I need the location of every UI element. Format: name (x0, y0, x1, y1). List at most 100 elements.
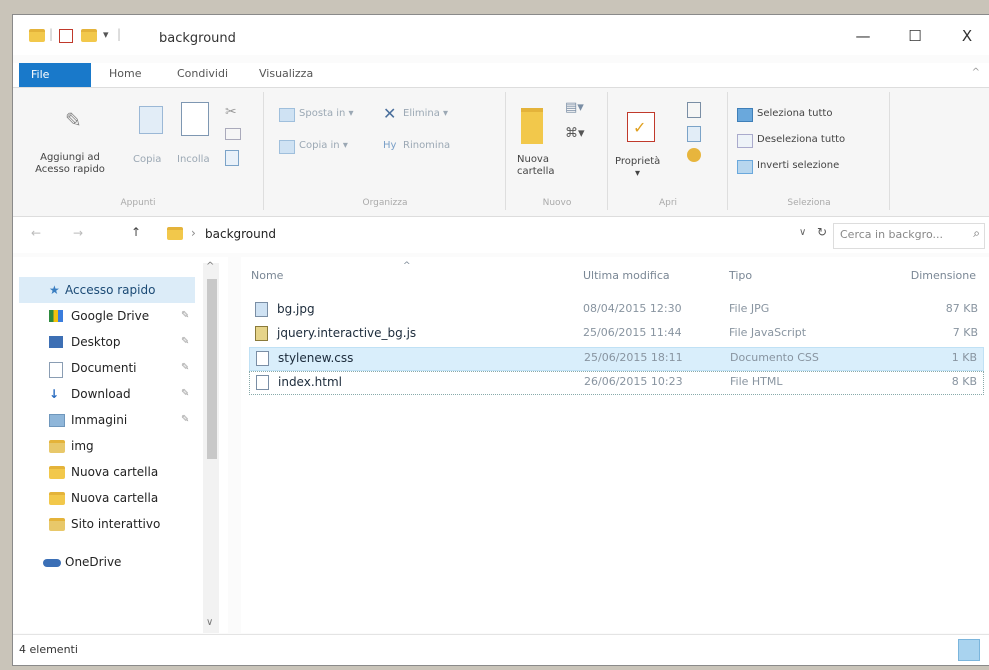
nav-label: Nuova cartella (71, 491, 159, 505)
minimize-button[interactable]: — (840, 23, 886, 49)
copy-path-icon[interactable] (225, 128, 241, 140)
file-explorer-window: | ▾ | background — ☐ X File Home Condivi… (12, 14, 989, 666)
copy-to-icon (279, 140, 295, 154)
file-type: File JPG (729, 302, 770, 315)
nav-item-onedrive[interactable]: OneDrive (13, 549, 203, 575)
folder-icon (167, 227, 183, 240)
properties-button[interactable]: Proprietà (615, 156, 660, 167)
new-folder-icon (521, 108, 543, 144)
ribbon-collapse-button[interactable]: ^ (972, 67, 980, 78)
toolbar-separator: | (49, 27, 54, 41)
quick-access-dropdown[interactable]: ▾ (103, 28, 109, 41)
group-new: Nuova cartella ▤▾ ⌘▾ Nuovo (507, 92, 608, 210)
refresh-button[interactable]: ↻ (817, 225, 827, 239)
file-row[interactable]: jquery.interactive_bg.js 25/06/2015 11:4… (249, 323, 984, 345)
rename-button[interactable]: Rinomina (403, 140, 450, 151)
group-label: Seleziona (787, 198, 831, 208)
column-header-name[interactable]: Nome (251, 269, 283, 282)
details-view-icon[interactable] (958, 639, 980, 661)
tab-view[interactable]: Visualizza (259, 67, 313, 80)
new-item-icon[interactable]: ▤▾ (565, 100, 584, 115)
nav-item-new-folder-1[interactable]: Nuova cartella (13, 459, 203, 485)
address-field[interactable]: › background (167, 223, 793, 247)
nav-item-downloads[interactable]: ↓ Download ✎ (13, 381, 203, 407)
download-icon: ↓ (49, 387, 60, 401)
nav-label: Google Drive (71, 309, 150, 323)
nav-label: img (71, 439, 94, 453)
paste-button[interactable]: Incolla (177, 154, 210, 165)
google-drive-icon (49, 310, 63, 322)
back-button[interactable]: ← (31, 226, 41, 240)
move-to-button[interactable]: Sposta in ▾ (299, 108, 354, 119)
column-header-size[interactable]: Dimensione (911, 269, 976, 282)
close-button[interactable]: X (944, 23, 989, 49)
pin-icon: ✎ (181, 388, 190, 399)
select-all-icon (737, 108, 753, 122)
nav-label: Download (71, 387, 131, 401)
nav-item-desktop[interactable]: Desktop ✎ (13, 329, 203, 355)
css-file-icon (256, 351, 269, 366)
group-label: Appunti (120, 198, 156, 208)
maximize-button[interactable]: ☐ (892, 23, 938, 49)
pin-icon: ✎ (181, 362, 190, 373)
paste-shortcut-icon[interactable] (225, 150, 239, 166)
file-name: bg.jpg (277, 302, 315, 316)
tab-file[interactable]: File (19, 63, 91, 87)
new-folder-button[interactable]: Nuova cartella (517, 154, 557, 178)
breadcrumb-background[interactable]: background (205, 227, 276, 241)
file-row-focused[interactable]: index.html 26/06/2015 10:23 File HTML 8 … (249, 371, 984, 395)
title-bar: | ▾ | background — ☐ X (13, 15, 989, 55)
nav-item-quick-access[interactable]: ★ Accesso rapido (19, 277, 195, 303)
breadcrumb-separator: › (191, 226, 196, 240)
select-all-button[interactable]: Seleziona tutto (757, 108, 832, 119)
pin-icon: ✎ (65, 108, 82, 132)
easy-access-icon[interactable]: ⌘▾ (565, 126, 585, 141)
new-folder-quick-icon[interactable] (81, 29, 97, 42)
open-icon[interactable] (687, 102, 701, 118)
file-row-selected[interactable]: stylenew.css 25/06/2015 18:11 Documento … (249, 347, 984, 371)
up-button[interactable]: ↑ (131, 225, 141, 239)
file-type: File JavaScript (729, 326, 807, 339)
history-icon[interactable] (687, 148, 701, 162)
column-header-type[interactable]: Tipo (729, 269, 752, 282)
properties-quick-icon[interactable] (59, 29, 73, 43)
file-name: stylenew.css (278, 351, 354, 365)
file-size: 87 KB (945, 302, 978, 315)
file-row[interactable]: bg.jpg 08/04/2015 12:30 File JPG 87 KB (249, 299, 984, 321)
nav-item-new-folder-2[interactable]: Nuova cartella (13, 485, 203, 511)
star-icon: ★ (49, 283, 60, 297)
nav-item-documents[interactable]: Documenti ✎ (13, 355, 203, 381)
nav-item-pictures[interactable]: Immagini ✎ (13, 407, 203, 433)
nav-scrollbar-thumb[interactable] (207, 279, 217, 459)
folder-icon (49, 466, 65, 479)
file-modified: 25/06/2015 18:11 (584, 351, 683, 364)
copy-to-button[interactable]: Copia in ▾ (299, 140, 348, 151)
properties-dropdown[interactable]: ▾ (635, 168, 640, 179)
copy-button[interactable]: Copia (133, 154, 161, 165)
nav-item-img[interactable]: img (13, 433, 203, 459)
edit-icon[interactable] (687, 126, 701, 142)
sort-indicator-icon: ^ (403, 261, 411, 271)
nav-item-interactive-site[interactable]: Sito interattivo (13, 511, 203, 537)
folder-icon (49, 492, 65, 505)
address-dropdown[interactable]: ∨ (799, 227, 806, 238)
deselect-all-button[interactable]: Deseleziona tutto (757, 134, 845, 145)
invert-selection-button[interactable]: Inverti selezione (757, 160, 839, 171)
forward-button[interactable]: → (73, 226, 83, 240)
scroll-up-button[interactable]: ^ (206, 261, 214, 272)
tab-share[interactable]: Condividi (177, 67, 228, 80)
scroll-down-button[interactable]: ∨ (206, 617, 213, 628)
column-header-modified[interactable]: Ultima modifica (583, 269, 670, 282)
cut-icon[interactable]: ✂ (225, 104, 237, 120)
pin-quick-access-button[interactable]: Aggiungi ad Acesso rapido (25, 152, 115, 176)
file-modified: 25/06/2015 11:44 (583, 326, 682, 339)
copy-icon (139, 106, 163, 134)
nav-label: Desktop (71, 335, 121, 349)
tab-home[interactable]: Home (109, 67, 141, 80)
file-type: File HTML (730, 375, 783, 388)
search-box[interactable]: Cerca in backgro... ⌕ (833, 223, 985, 249)
navigation-pane: ★ Accesso rapido Google Drive ✎ Desktop … (13, 257, 228, 633)
nav-item-google-drive[interactable]: Google Drive ✎ (13, 303, 203, 329)
window-title: background (159, 31, 236, 46)
delete-button[interactable]: Elimina ▾ (403, 108, 448, 119)
